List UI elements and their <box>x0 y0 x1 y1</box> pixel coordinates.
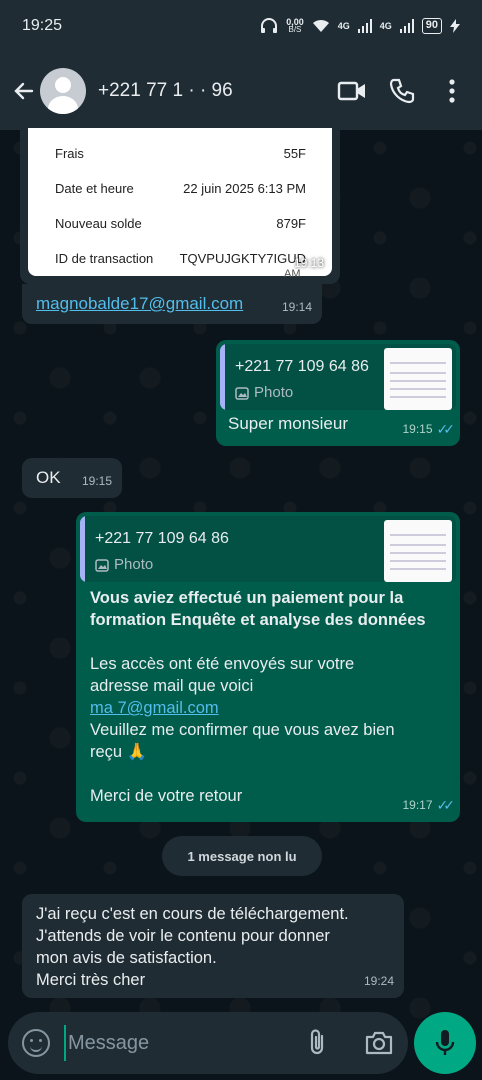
network-label-2: 4G <box>379 21 392 31</box>
video-call-button[interactable] <box>332 71 372 111</box>
message-time: 19:24 <box>363 974 394 988</box>
back-arrow-icon <box>14 82 34 100</box>
receipt-row: Nouveau solde 879F <box>55 216 306 231</box>
quote-sender: +221 77 109 64 86 <box>235 358 369 375</box>
status-time: 19:25 <box>22 17 63 34</box>
incoming-message[interactable]: magnobalde17@gmail.com 19:14 <box>22 284 322 324</box>
message-time: 19:15 ✓✓ <box>403 418 456 440</box>
quote-type: Photo <box>235 382 293 404</box>
message-line: J'ai reçu c'est en cours de téléchargeme… <box>36 905 349 923</box>
composer-bar <box>8 1012 408 1074</box>
photo-icon <box>95 558 109 572</box>
message-text: Super monsieur <box>228 414 349 433</box>
message-body: J'ai reçu c'est en cours de téléchargeme… <box>36 903 349 991</box>
photo-icon <box>235 386 249 400</box>
quoted-message[interactable]: +221 77 109 64 86 Photo <box>80 516 456 582</box>
quoted-message[interactable]: +221 77 109 64 86 Photo <box>220 344 456 410</box>
voice-message-button[interactable] <box>414 1012 476 1074</box>
receipt-row: ID de transaction TQVPUJGKTY7IGUD <box>55 251 306 266</box>
message-text: OK <box>36 468 61 487</box>
quote-type: Photo <box>95 554 153 576</box>
incoming-message[interactable]: OK 19:15 <box>22 458 122 498</box>
receipt-row: Date et heure 22 juin 2025 6:13 PM <box>55 181 306 196</box>
mic-icon <box>435 1030 455 1055</box>
contact-avatar[interactable] <box>40 68 86 114</box>
quote-accent-bar <box>220 344 225 410</box>
outgoing-message[interactable]: +221 77 109 64 86 Photo Vous aviez effec… <box>76 512 460 822</box>
attach-icon[interactable] <box>304 1028 332 1058</box>
battery-indicator: 90 <box>421 18 442 34</box>
incoming-message[interactable]: J'ai reçu c'est en cours de téléchargeme… <box>22 894 404 998</box>
message-bold-text: Vous aviez effectué un paiement pour la … <box>90 589 426 629</box>
outgoing-message[interactable]: +221 77 109 64 86 Photo Super monsieur 1… <box>216 340 460 446</box>
message-body: Vous aviez effectué un paiement pour la … <box>90 587 450 807</box>
more-options-icon <box>449 79 455 103</box>
message-time: 19:14 <box>281 300 312 314</box>
quote-sender: +221 77 109 64 86 <box>95 530 229 547</box>
double-check-icon: ✓✓ <box>436 421 456 437</box>
message-line: Les accès ont été envoyés sur votre <box>90 655 355 673</box>
video-call-icon <box>337 81 365 101</box>
back-button[interactable] <box>10 77 38 105</box>
quote-thumbnail <box>384 348 452 410</box>
network-label-1: 4G <box>337 21 350 31</box>
wifi-icon <box>312 19 329 32</box>
double-check-icon: ✓✓ <box>436 797 456 813</box>
message-line: Merci de votre retour <box>90 787 243 805</box>
charging-icon <box>450 19 460 33</box>
emoji-icon[interactable] <box>22 1029 50 1057</box>
signal-icon <box>357 19 372 33</box>
message-line: mon avis de satisfaction. <box>36 949 217 967</box>
headphones-icon <box>261 18 278 33</box>
message-time: 19:17 ✓✓ <box>403 794 456 816</box>
message-time: 19:13 <box>293 256 324 270</box>
quote-thumbnail <box>384 520 452 582</box>
receipt-row: Frais 55F <box>55 146 306 161</box>
message-line: Veuillez me confirmer que vous avez bien <box>90 721 395 739</box>
voice-call-button[interactable] <box>382 71 422 111</box>
message-input[interactable] <box>64 1025 284 1061</box>
receipt-image[interactable]: Frais 55F Date et heure 22 juin 2025 6:1… <box>28 128 332 280</box>
status-bar: 19:25 0,00 B/S 4G 4G 90 <box>0 0 482 52</box>
net-speed: 0,00 B/S <box>286 17 304 34</box>
quote-accent-bar <box>80 516 85 582</box>
message-line: reçu 🙏 <box>90 743 148 761</box>
message-line: J'attends de voir le contenu pour donner <box>36 927 330 945</box>
message-line: Merci très cher <box>36 971 146 989</box>
email-link[interactable]: magnobalde17@gmail.com <box>36 293 243 315</box>
status-icons: 0,00 B/S 4G 4G 90 <box>260 18 460 34</box>
contact-name[interactable]: +221 77 1 · · 96 <box>98 80 322 102</box>
email-link[interactable]: ma 7@gmail.com <box>90 697 450 719</box>
message-line: adresse mail que voici <box>90 677 254 695</box>
unread-banner: 1 message non lu <box>162 836 322 876</box>
more-options-button[interactable] <box>432 71 472 111</box>
signal-icon-2 <box>399 19 414 33</box>
message-time: 19:15 <box>81 474 112 488</box>
chat-header: +221 77 1 · · 96 <box>0 52 482 130</box>
phone-icon <box>389 78 415 104</box>
camera-icon[interactable] <box>364 1029 394 1057</box>
